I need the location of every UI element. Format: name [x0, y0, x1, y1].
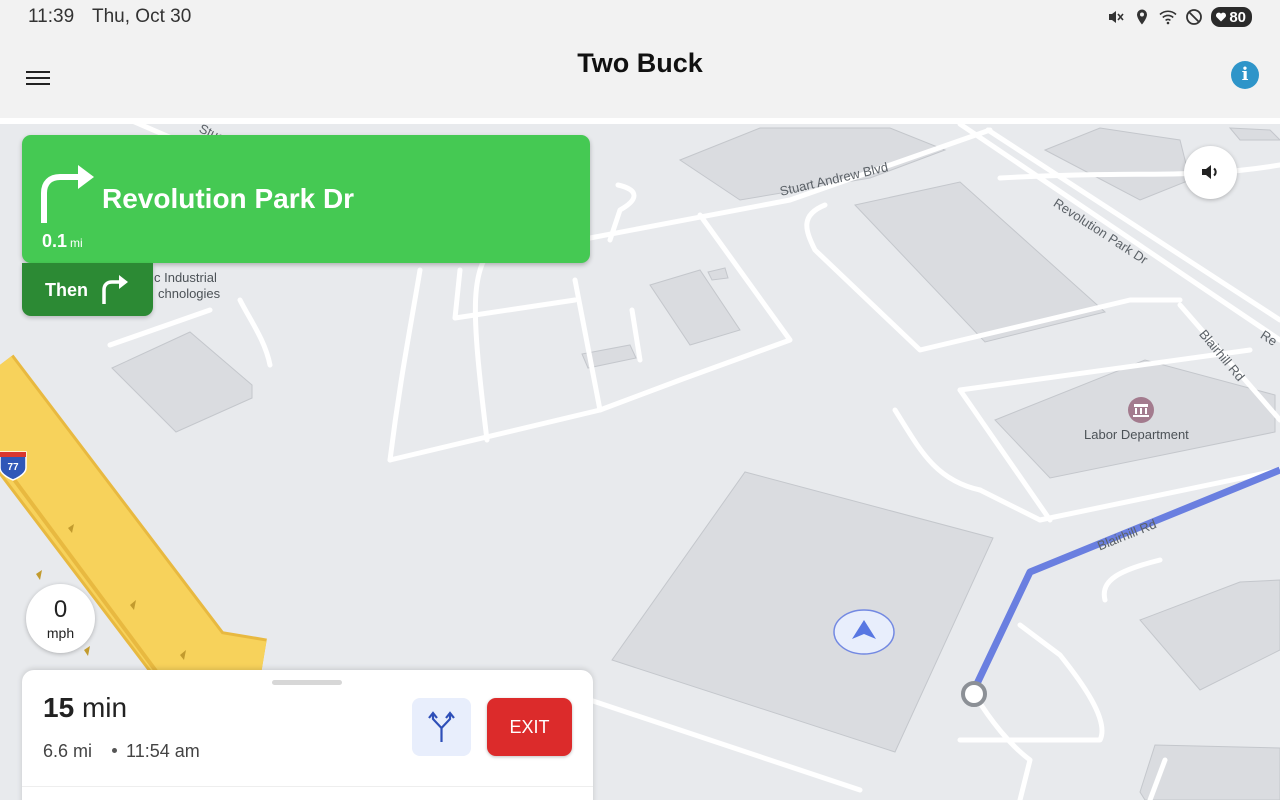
trip-divider [22, 786, 593, 787]
speedometer: 0 mph [26, 584, 95, 653]
then-maneuver-card: Then [22, 263, 153, 316]
poi-label-industrial-1: c Industrial [154, 270, 217, 285]
app-title: Two Buck [577, 48, 703, 78]
status-icons: 80 [1107, 6, 1252, 28]
drag-handle[interactable] [272, 680, 342, 685]
status-date: Thu, Oct 30 [92, 6, 192, 27]
interstate-shield-number: 77 [7, 462, 19, 473]
battery-heart-icon [1216, 12, 1227, 22]
alternate-routes-icon [428, 711, 455, 742]
speed-unit: mph [46, 625, 75, 641]
eta-duration: 15 min [43, 692, 127, 724]
status-time: 11:39 [28, 6, 75, 27]
sound-button[interactable] [1184, 146, 1237, 199]
eta-details: 6.6 mi 11:54 am [43, 741, 200, 762]
turn-right-icon [41, 165, 94, 223]
eta-minutes: 15 [43, 692, 75, 723]
speed-value: 0 [53, 596, 68, 623]
battery-icon: 80 [1211, 7, 1252, 27]
status-bar: 11:39 Thu, Oct 30 80 [0, 0, 1280, 34]
trip-summary-panel[interactable]: 15 min 6.6 mi 11:54 am EXIT [22, 670, 593, 800]
next-turn-card[interactable]: Revolution Park Dr 0.1 mi [22, 135, 590, 263]
speaker-icon [1202, 165, 1217, 179]
turn-distance: 0.1 mi [42, 231, 83, 252]
turn-distance-value: 0.1 [42, 231, 68, 251]
app-bar: Two Buck i [0, 34, 1280, 118]
mute-icon [1109, 11, 1124, 23]
route-origin [961, 681, 987, 707]
current-location-puck [833, 609, 895, 655]
then-label: Then [45, 280, 88, 300]
info-icon[interactable]: i [1231, 61, 1259, 89]
then-turn-right-icon [102, 275, 128, 304]
alternate-routes-button[interactable] [412, 698, 471, 756]
battery-level: 80 [1229, 8, 1246, 26]
remaining-distance: 6.6 mi [43, 741, 93, 761]
turn-distance-unit: mi [70, 236, 83, 250]
exit-button[interactable]: EXIT [487, 698, 572, 756]
poi-label-labor-department: Labor Department [1084, 427, 1189, 442]
next-street-name: Revolution Park Dr [102, 183, 355, 214]
do-not-disturb-icon [1186, 9, 1203, 25]
location-icon [1137, 9, 1148, 25]
separator-dot [112, 747, 118, 753]
arrival-time: 11:54 am [126, 741, 200, 761]
poi-label-industrial-2: chnologies [158, 286, 221, 301]
wifi-icon [1159, 10, 1177, 25]
eta-minutes-unit: min [81, 692, 128, 723]
